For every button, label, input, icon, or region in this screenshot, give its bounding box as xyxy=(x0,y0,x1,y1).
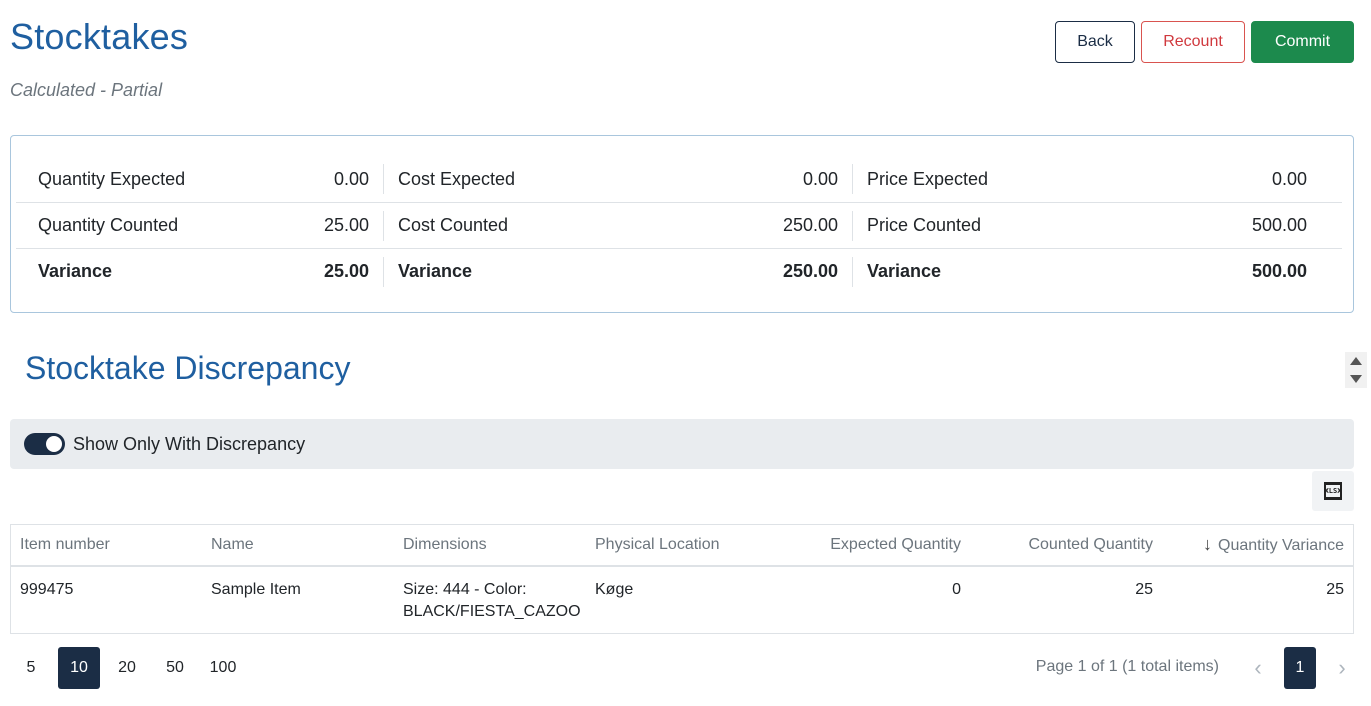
summary-label: Cost Counted xyxy=(398,215,509,235)
pager-nav: ‹ 1 › xyxy=(1246,647,1354,689)
column-header-dimensions[interactable]: Dimensions xyxy=(394,534,586,556)
column-header-item-number[interactable]: Item number xyxy=(11,534,202,556)
page-size-option-active[interactable]: 10 xyxy=(58,647,100,689)
summary-cell: Price Counted 500.00 xyxy=(852,210,1321,241)
summary-cell: Price Expected 0.00 xyxy=(852,164,1321,194)
page-number-button[interactable]: 1 xyxy=(1284,647,1316,689)
column-header-counted-quantity[interactable]: Counted Quantity xyxy=(970,534,1162,556)
recount-button[interactable]: Recount xyxy=(1141,21,1245,63)
summary-value: 500.00 xyxy=(1251,261,1307,281)
summary-value: 500.00 xyxy=(1251,215,1307,235)
summary-row-counted: Quantity Counted 25.00 Cost Counted 250.… xyxy=(16,202,1342,248)
cell-expected-quantity: 0 xyxy=(952,581,961,598)
header-actions: Back Recount Commit xyxy=(1055,21,1354,63)
scroll-down-icon[interactable] xyxy=(1350,375,1362,383)
summary-cell: Cost Counted 250.00 xyxy=(383,210,852,241)
back-button[interactable]: Back xyxy=(1055,21,1135,63)
filter-bar: Show Only With Discrepancy xyxy=(10,419,1354,469)
column-header-quantity-variance[interactable]: ↓ Quantity Variance xyxy=(1162,533,1353,557)
section-title: Stocktake Discrepancy xyxy=(25,350,351,386)
summary-value: 250.00 xyxy=(782,215,838,235)
summary-value: 0.00 xyxy=(1271,168,1307,189)
discrepancy-grid: Item number Name Dimensions Physical Loc… xyxy=(10,524,1354,634)
column-header-physical-location[interactable]: Physical Location xyxy=(586,534,778,556)
summary-value: 0.00 xyxy=(333,168,369,189)
column-header-label: Quantity Variance xyxy=(1218,537,1344,554)
summary-cell: Quantity Counted 25.00 xyxy=(16,211,383,241)
summary-row-variance: Variance 25.00 Variance 250.00 Variance … xyxy=(16,248,1342,294)
export-xlsx-button[interactable]: XLSX xyxy=(1312,471,1354,511)
page-size-option[interactable]: 20 xyxy=(106,647,148,689)
summary-value: 25.00 xyxy=(323,215,369,235)
discrepancy-toggle[interactable] xyxy=(24,433,65,455)
xlsx-export-icon: XLSX xyxy=(1324,482,1342,500)
scroll-up-icon[interactable] xyxy=(1350,357,1362,365)
summary-label: Variance xyxy=(398,261,473,281)
summary-cell: Variance 250.00 xyxy=(383,256,852,287)
page-size-selector: 5 10 20 50 100 xyxy=(10,647,244,689)
summary-cell: Variance 25.00 xyxy=(16,257,383,287)
summary-label: Quantity Expected xyxy=(38,168,186,189)
cell-counted-quantity: 25 xyxy=(1135,581,1153,598)
page-size-option[interactable]: 50 xyxy=(154,647,196,689)
summary-cell: Variance 500.00 xyxy=(852,256,1321,287)
page-size-option[interactable]: 5 xyxy=(10,647,52,689)
summary-value: 250.00 xyxy=(782,261,838,281)
page-size-option[interactable]: 100 xyxy=(202,647,244,689)
toggle-knob xyxy=(46,436,62,452)
summary-cell: Quantity Expected 0.00 xyxy=(16,164,383,194)
column-header-expected-quantity[interactable]: Expected Quantity xyxy=(778,534,970,556)
cell-name: Sample Item xyxy=(211,581,301,598)
toggle-label: Show Only With Discrepancy xyxy=(73,433,306,454)
summary-label: Variance xyxy=(38,261,113,281)
summary-value: 0.00 xyxy=(802,168,838,189)
cell-dimensions: Size: 444 - Color: BLACK/FIESTA_CAZOO xyxy=(403,581,581,620)
grid-header: Item number Name Dimensions Physical Loc… xyxy=(11,525,1353,567)
summary-card: Quantity Expected 0.00 Cost Expected 0.0… xyxy=(10,135,1354,313)
chevron-left-icon[interactable]: ‹ xyxy=(1246,655,1270,681)
summary-value: 25.00 xyxy=(323,261,369,281)
pager-info: Page 1 of 1 (1 total items) xyxy=(1035,658,1219,675)
cell-quantity-variance: 25 xyxy=(1326,581,1344,598)
column-header-name[interactable]: Name xyxy=(202,534,394,556)
table-row[interactable]: 999475 Sample Item Size: 444 - Color: BL… xyxy=(11,567,1353,633)
sort-descending-icon: ↓ xyxy=(1203,534,1212,554)
cell-item-number: 999475 xyxy=(20,581,74,598)
summary-label: Variance xyxy=(867,261,942,281)
summary-label: Price Expected xyxy=(867,168,989,189)
summary-label: Quantity Counted xyxy=(38,215,179,235)
scroll-control[interactable] xyxy=(1345,352,1367,388)
summary-label: Cost Expected xyxy=(398,168,516,189)
stocktake-status: Calculated - Partial xyxy=(10,80,163,100)
cell-physical-location: Køge xyxy=(595,581,634,598)
chevron-right-icon[interactable]: › xyxy=(1330,655,1354,681)
summary-label: Price Counted xyxy=(867,215,982,235)
summary-row-expected: Quantity Expected 0.00 Cost Expected 0.0… xyxy=(16,156,1342,202)
summary-cell: Cost Expected 0.00 xyxy=(383,164,852,194)
commit-button[interactable]: Commit xyxy=(1251,21,1354,63)
page-title: Stocktakes xyxy=(10,16,189,57)
